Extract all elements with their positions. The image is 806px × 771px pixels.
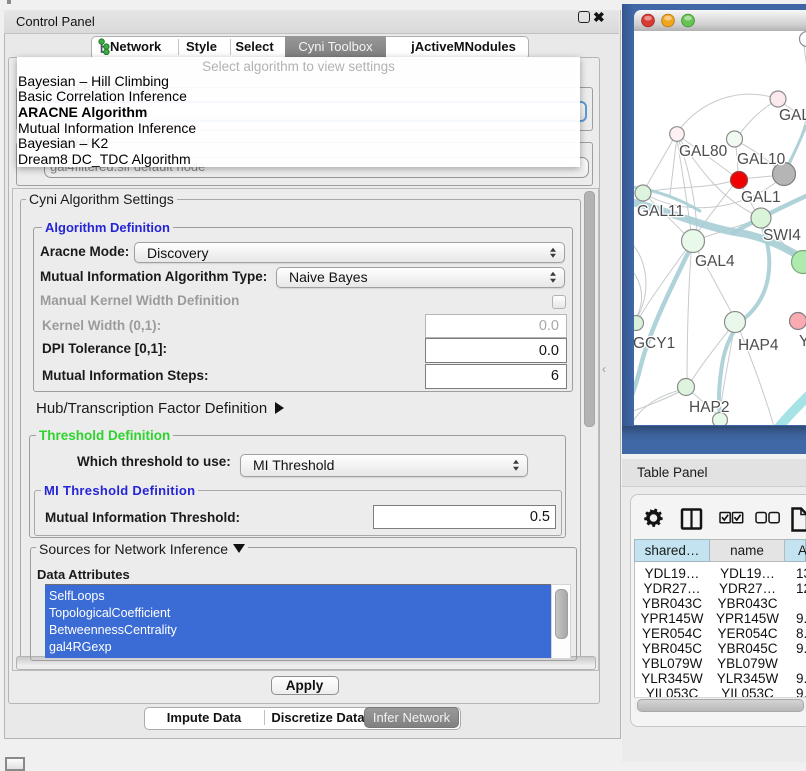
svg-text:HAP4: HAP4 — [738, 337, 779, 354]
svg-text:GAL11: GAL11 — [637, 203, 684, 220]
svg-text:GAL10: GAL10 — [737, 151, 786, 168]
svg-text:GAL1: GAL1 — [741, 189, 781, 206]
svg-text:GAL80: GAL80 — [679, 143, 728, 160]
svg-text:Y: Y — [799, 333, 806, 350]
svg-text:SWI4: SWI4 — [763, 227, 801, 244]
svg-text:HAP2: HAP2 — [689, 399, 730, 416]
svg-text:GAL7: GAL7 — [779, 107, 806, 124]
svg-text:GAL4: GAL4 — [695, 253, 735, 270]
svg-text:GCY1: GCY1 — [634, 335, 675, 352]
